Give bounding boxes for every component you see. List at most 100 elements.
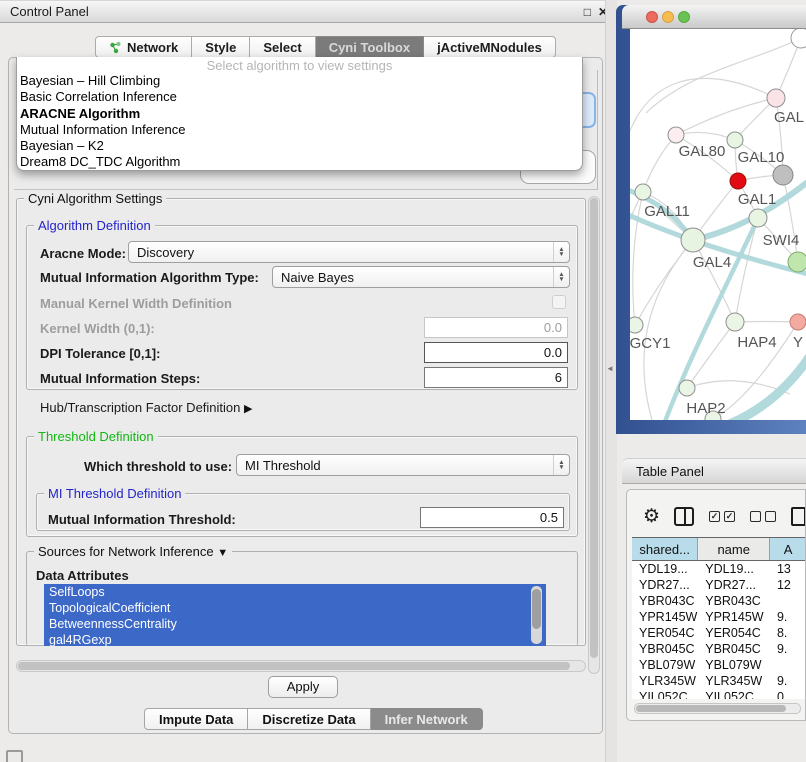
export-table-icon[interactable] — [791, 507, 806, 526]
tab-infer-network[interactable]: Infer Network — [371, 708, 483, 730]
node-gal80[interactable] — [668, 127, 684, 143]
attribute-list-scrollbar[interactable] — [531, 586, 542, 644]
algorithm-option[interactable]: Mutual Information Inference — [17, 122, 582, 138]
apply-button[interactable]: Apply — [268, 676, 338, 698]
node-label: GAL80 — [679, 143, 726, 160]
mi-algorithm-type-label: Mutual Information Algorithm Type: — [40, 270, 259, 285]
table-row[interactable]: YBR043CYBR043C — [632, 593, 806, 609]
deselect-all-icon[interactable] — [750, 511, 776, 522]
collapse-down-icon[interactable]: ▼ — [217, 547, 228, 559]
column-header[interactable]: name — [698, 538, 770, 560]
zoom-traffic-icon[interactable] — [678, 11, 690, 23]
table-horizontal-scrollbar[interactable] — [634, 703, 801, 714]
node-hap4[interactable] — [726, 313, 744, 331]
node-gal[interactable] — [767, 89, 785, 107]
network-icon — [109, 41, 122, 54]
tab-discretize-data[interactable]: Discretize Data — [248, 708, 370, 730]
algorithm-option-selected[interactable]: ARACNE Algorithm — [17, 106, 582, 122]
algorithm-option[interactable]: Basic Correlation Inference — [17, 89, 582, 105]
split-columns-icon[interactable] — [674, 507, 694, 526]
table-panel-body: ⚙ ✓✓ shared... name A YDL19...YDL19...13… — [626, 489, 806, 721]
node-label: GAL11 — [644, 203, 690, 220]
node-hap2[interactable] — [679, 380, 695, 396]
algorithm-option[interactable]: Bayesian – K2 — [17, 138, 582, 154]
select-all-icon[interactable]: ✓✓ — [709, 511, 735, 522]
control-panel-title: Control Panel — [10, 4, 89, 19]
node-label: GAL4 — [693, 254, 731, 271]
table-row[interactable]: YER054CYER054C8. — [632, 625, 806, 641]
tab-select[interactable]: Select — [250, 36, 315, 58]
node-swi4[interactable] — [749, 209, 767, 227]
combo-arrows-icon: ▲▼ — [553, 455, 569, 475]
node-label: SWI4 — [763, 232, 800, 249]
sources-title[interactable]: Sources for Network Inference ▼ — [34, 544, 232, 559]
bottom-tabs: Impute Data Discretize Data Infer Networ… — [144, 708, 483, 730]
algorithm-option[interactable]: Bayesian – Hill Climbing — [17, 73, 582, 89]
node-green[interactable] — [788, 252, 806, 272]
table-row[interactable]: YDL19...YDL19...13 — [632, 561, 806, 577]
mi-threshold-field[interactable]: 0.5 — [420, 507, 564, 528]
tab-jactivemnodules[interactable]: jActiveMNodules — [424, 36, 556, 58]
node-gal10[interactable] — [727, 132, 743, 148]
table-row[interactable]: YLR345WYLR345W9. — [632, 673, 806, 689]
tab-network[interactable]: Network — [95, 36, 192, 58]
settings-vertical-scrollbar[interactable] — [588, 196, 600, 674]
node-salmon[interactable] — [790, 314, 806, 330]
mi-steps-field[interactable]: 6 — [424, 367, 568, 388]
table-row[interactable]: YPR145WYPR145W9. — [632, 609, 806, 625]
float-window-icon[interactable]: □ — [584, 5, 591, 19]
attribute-item[interactable]: SelfLoops — [44, 584, 546, 600]
tab-impute-data[interactable]: Impute Data — [144, 708, 248, 730]
mi-steps-label: Mutual Information Steps: — [40, 371, 200, 386]
mi-algorithm-type-combobox[interactable]: Naive Bayes ▲▼ — [272, 266, 570, 288]
node[interactable] — [791, 29, 806, 48]
which-threshold-combobox[interactable]: MI Threshold ▲▼ — [236, 454, 570, 476]
combo-arrows-icon: ▲▼ — [553, 242, 569, 262]
settings-horizontal-scrollbar[interactable] — [16, 660, 586, 672]
aracne-mode-combobox[interactable]: Discovery ▲▼ — [128, 241, 570, 263]
network-graph: GAL GAL80 GAL10 GAL1 GAL11 SWI4 GAL4 GCY… — [630, 29, 806, 420]
tab-cyni-toolbox[interactable]: Cyni Toolbox — [316, 36, 424, 58]
close-traffic-icon[interactable] — [646, 11, 658, 23]
node-gal1-selected[interactable] — [730, 173, 746, 189]
popup-placeholder: Select algorithm to view settings — [17, 58, 582, 73]
expand-right-icon[interactable]: ▶ — [244, 403, 252, 415]
table-header: shared... name A — [632, 537, 806, 561]
node-gcy1[interactable] — [630, 317, 643, 333]
attribute-item[interactable]: TopologicalCoefficient — [44, 600, 546, 616]
table-row[interactable]: YBL079WYBL079W — [632, 657, 806, 673]
table-row[interactable]: YIL052CYIL052C0. — [632, 689, 806, 699]
node-gal4[interactable] — [681, 228, 705, 252]
node-gray[interactable] — [773, 165, 793, 185]
combo-arrows-icon: ▲▼ — [553, 267, 569, 287]
hub-definition-toggle[interactable]: Hub/Transcription Factor Definition ▶ — [40, 400, 252, 415]
manual-kernel-width-checkbox[interactable] — [552, 295, 566, 309]
node-label: GAL10 — [738, 149, 785, 166]
node-label: GAL — [774, 109, 804, 126]
node-table: shared... name A YDL19...YDL19...13 YDR2… — [632, 537, 806, 699]
attribute-item[interactable]: BetweennessCentrality — [44, 616, 546, 632]
tab-style[interactable]: Style — [192, 36, 250, 58]
algorithm-option[interactable]: Dream8 DC_TDC Algorithm — [17, 154, 582, 170]
mi-threshold-group-title: MI Threshold Definition — [44, 486, 185, 501]
column-header[interactable]: A — [770, 538, 806, 560]
table-row[interactable]: YDR27...YDR27...12 — [632, 577, 806, 593]
dpi-tolerance-field[interactable]: 0.0 — [424, 342, 568, 363]
network-window-titlebar[interactable] — [622, 5, 806, 29]
network-canvas[interactable]: GAL GAL80 GAL10 GAL1 GAL11 SWI4 GAL4 GCY… — [630, 29, 806, 420]
data-attributes-list[interactable]: SelfLoops TopologicalCoefficient Between… — [44, 584, 546, 646]
node-label: GAL1 — [738, 191, 776, 208]
kernel-width-field[interactable]: 0.0 — [424, 317, 568, 338]
minimize-traffic-icon[interactable] — [662, 11, 674, 23]
attribute-item[interactable]: gal4RGexp — [44, 632, 546, 646]
node-label: GCY1 — [630, 335, 670, 352]
cyni-settings-title: Cyni Algorithm Settings — [24, 191, 166, 206]
node-gal11[interactable] — [635, 184, 651, 200]
column-header[interactable]: shared... — [632, 538, 698, 560]
status-bar-icon[interactable] — [6, 750, 23, 762]
table-row[interactable]: YBR045CYBR045C9. — [632, 641, 806, 657]
algorithm-definition-title: Algorithm Definition — [34, 218, 155, 233]
table-rows: YDL19...YDL19...13 YDR27...YDR27...12 YB… — [632, 561, 806, 699]
collapse-arrow-icon[interactable]: ◄ — [606, 364, 614, 373]
gear-icon[interactable]: ⚙ — [643, 505, 660, 528]
